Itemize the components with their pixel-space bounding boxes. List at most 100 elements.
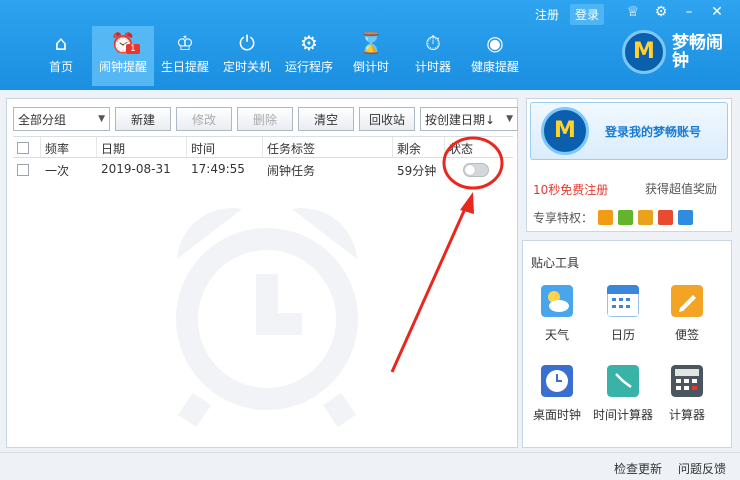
- tool-label: 计算器: [668, 408, 705, 422]
- nav-label: 健康提醒: [470, 60, 519, 74]
- nav-home[interactable]: ⌂ 首页: [30, 26, 92, 86]
- nav-timer[interactable]: ⏱ 计时器: [402, 26, 464, 86]
- account-panel: M 登录我的梦畅账号 10秒免费注册 获得超值奖励 专享特权：: [526, 98, 732, 232]
- tool-calculator[interactable]: 计算器: [657, 365, 717, 423]
- chevron-down-icon: ▼: [506, 114, 513, 124]
- privilege-card-icon[interactable]: [638, 210, 654, 225]
- brand-logo-icon: M: [622, 30, 666, 74]
- cell-task: 闹钟任务: [267, 164, 316, 178]
- privileges-label: 专享特权：: [533, 211, 594, 225]
- status-bar: 检查更新 问题反馈: [0, 452, 740, 480]
- alarm-count-badge: 1: [126, 44, 140, 54]
- hourglass-icon: ⌛: [358, 31, 384, 55]
- brand: M 梦畅闹钟: [622, 30, 724, 74]
- select-all-checkbox[interactable]: [17, 141, 29, 154]
- column-header-remaining[interactable]: 剩余: [393, 137, 445, 157]
- free-register-link[interactable]: 10秒免费注册: [533, 181, 608, 198]
- weather-icon: [541, 285, 573, 317]
- tool-time-calculator[interactable]: 时间计算器: [591, 365, 655, 423]
- cell-frequency: 一次: [45, 164, 70, 178]
- skin-icon[interactable]: ♕: [624, 4, 642, 20]
- tools-title: 贴心工具: [531, 256, 580, 270]
- stopwatch-icon: ⏱: [425, 31, 441, 55]
- sort-select[interactable]: 按创建日期↓ ▼: [420, 107, 518, 131]
- tool-label: 日历: [610, 328, 635, 342]
- brand-logo-icon: M: [541, 107, 589, 155]
- nav-label: 闹钟提醒: [98, 60, 147, 74]
- main-nav: ⌂ 首页 ⏰ 1 闹钟提醒 ♔ 生日提醒 ⏻ 定时关机 ⚙ 运行程序 ⌛ 倒计时…: [30, 26, 526, 86]
- top-bar: 注册 登录 ♕ ⚙ – ✕ ⌂ 首页 ⏰ 1 闹钟提醒 ♔ 生日提醒 ⏻ 定时关…: [0, 0, 740, 90]
- eye-icon: ◉: [486, 31, 504, 55]
- settings-gear-icon[interactable]: ⚙: [652, 4, 670, 20]
- nav-run-program[interactable]: ⚙ 运行程序: [278, 26, 340, 86]
- nav-label: 运行程序: [284, 60, 333, 74]
- group-select[interactable]: 全部分组 ▼: [13, 107, 110, 131]
- table-row[interactable]: 一次 2019-08-31 17:49:55 闹钟任务 59分钟: [13, 159, 513, 181]
- login-button[interactable]: 登录: [570, 4, 605, 25]
- new-button[interactable]: 新建: [115, 107, 171, 131]
- delete-button[interactable]: 删除: [237, 107, 293, 131]
- select-all-cell: [13, 137, 41, 157]
- column-header-frequency[interactable]: 频率: [41, 137, 97, 157]
- power-icon: ⏻: [239, 31, 255, 55]
- status-toggle[interactable]: [463, 162, 489, 177]
- recycle-bin-button[interactable]: 回收站: [359, 107, 415, 131]
- home-icon: ⌂: [54, 31, 68, 55]
- column-header-task[interactable]: 任务标签: [263, 137, 393, 157]
- calendar-icon: [606, 284, 640, 318]
- cell-date: 2019-08-31: [101, 162, 171, 176]
- column-header-status[interactable]: 状态: [445, 137, 513, 157]
- close-icon[interactable]: ✕: [708, 4, 726, 20]
- tool-label: 时间计算器: [592, 408, 653, 422]
- account-login-box[interactable]: M 登录我的梦畅账号: [530, 102, 728, 160]
- privilege-gift-icon[interactable]: [598, 210, 614, 225]
- nav-birthday[interactable]: ♔ 生日提醒: [154, 26, 216, 86]
- cell-remaining: 59分钟: [397, 164, 437, 178]
- nav-health[interactable]: ◉ 健康提醒: [464, 26, 526, 86]
- row-checkbox-cell: [13, 159, 41, 181]
- nav-label: 倒计时: [352, 60, 389, 74]
- tools-panel: 贴心工具 天气 日历 便签 桌面时钟 时间计算器 计算器: [522, 240, 732, 448]
- tool-note[interactable]: 便签: [657, 285, 717, 343]
- privilege-present-icon[interactable]: [658, 210, 674, 225]
- nav-countdown[interactable]: ⌛ 倒计时: [340, 26, 402, 86]
- clear-button[interactable]: 清空: [298, 107, 354, 131]
- brand-name: 梦畅闹钟: [672, 33, 723, 71]
- register-link[interactable]: 注册: [530, 4, 564, 25]
- check-update-link[interactable]: 检查更新: [614, 460, 662, 477]
- edit-button[interactable]: 修改: [176, 107, 232, 131]
- tool-weather[interactable]: 天气: [527, 285, 587, 343]
- chevron-down-icon: ▼: [98, 114, 105, 124]
- privilege-link-icon[interactable]: [618, 210, 634, 225]
- nav-label: 首页: [48, 60, 73, 74]
- calculator-icon: [671, 365, 703, 397]
- sort-select-value: 按创建日期↓: [425, 112, 496, 127]
- desktop-clock-icon: [541, 365, 573, 397]
- window-controls: ♕ ⚙ – ✕: [624, 4, 726, 20]
- nav-alarm[interactable]: ⏰ 1 闹钟提醒: [92, 26, 154, 86]
- tool-label: 便签: [674, 328, 699, 342]
- tool-calendar[interactable]: 日历: [593, 284, 653, 343]
- cell-status: [445, 159, 513, 181]
- nav-label: 计时器: [414, 60, 451, 74]
- tool-desktop-clock[interactable]: 桌面时钟: [527, 365, 587, 423]
- minimize-icon[interactable]: –: [680, 4, 698, 20]
- privilege-vip-icon[interactable]: [678, 210, 694, 225]
- column-header-time[interactable]: 时间: [187, 137, 263, 157]
- feedback-link[interactable]: 问题反馈: [678, 460, 726, 477]
- column-header-date[interactable]: 日期: [97, 137, 187, 157]
- group-select-value: 全部分组: [18, 112, 67, 127]
- row-checkbox[interactable]: [17, 163, 29, 176]
- privileges-row: 专享特权：: [533, 209, 694, 226]
- nav-shutdown[interactable]: ⏻ 定时关机: [216, 26, 278, 86]
- birthday-cake-icon: ♔: [176, 31, 194, 55]
- time-calculator-icon: [607, 365, 639, 397]
- cell-time: 17:49:55: [191, 162, 245, 176]
- gear-icon: ⚙: [300, 31, 318, 55]
- nav-label: 生日提醒: [160, 60, 209, 74]
- alarm-clock-watermark-icon: [176, 208, 358, 428]
- list-toolbar: 全部分组 ▼ 新建 修改 删除 清空 回收站 按创建日期↓ ▼: [13, 107, 518, 131]
- alarm-clock-icon: ⏰: [110, 31, 136, 55]
- reward-link[interactable]: 获得超值奖励: [645, 180, 717, 197]
- note-icon: [671, 285, 703, 317]
